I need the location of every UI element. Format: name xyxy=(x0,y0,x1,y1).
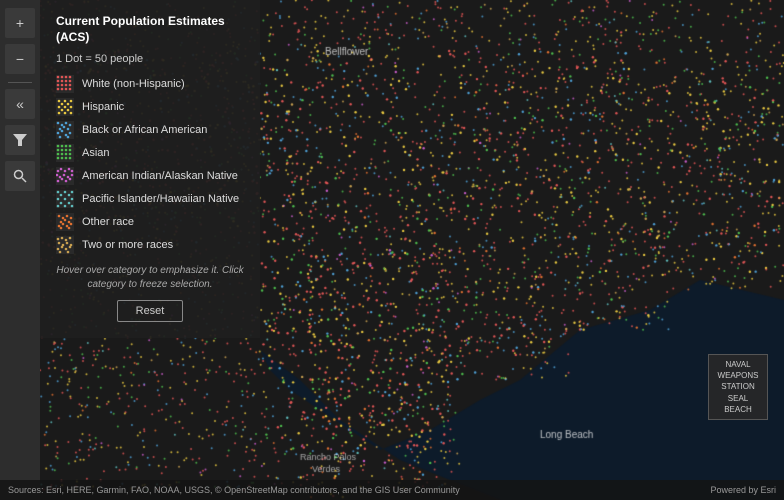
legend-panel: Current Population Estimates (ACS) 1 Dot… xyxy=(40,0,260,338)
collapse-button[interactable]: « xyxy=(5,89,35,119)
legend-item-white[interactable]: White (non-Hispanic) xyxy=(56,75,244,93)
zoom-out-button[interactable]: − xyxy=(5,44,35,74)
legend-item-pacific[interactable]: Pacific Islander/Hawaiian Native xyxy=(56,190,244,208)
legend-item-two_more[interactable]: Two or more races xyxy=(56,236,244,254)
legend-swatch-white xyxy=(56,75,74,93)
legend-label-hispanic: Hispanic xyxy=(82,101,124,113)
legend-title: Current Population Estimates (ACS) xyxy=(56,14,244,45)
legend-label-white: White (non-Hispanic) xyxy=(82,78,185,90)
map-toolbar: + − « xyxy=(0,0,40,500)
legend-hover-note: Hover over category to emphasize it. Cli… xyxy=(56,264,244,292)
zoom-in-button[interactable]: + xyxy=(5,8,35,38)
bottom-bar: Sources: Esri, HERE, Garmin, FAO, NOAA, … xyxy=(0,480,784,500)
legend-label-asian: Asian xyxy=(82,147,110,159)
legend-label-other: Other race xyxy=(82,216,134,228)
naval-line1: NAVAL xyxy=(714,359,762,370)
filter-icon xyxy=(13,133,27,147)
legend-swatch-hispanic xyxy=(56,98,74,116)
legend-swatch-other xyxy=(56,213,74,231)
legend-item-hispanic[interactable]: Hispanic xyxy=(56,98,244,116)
legend-swatch-native xyxy=(56,167,74,185)
legend-label-two_more: Two or more races xyxy=(82,239,173,251)
reset-button[interactable]: Reset xyxy=(117,300,184,322)
powered-by-esri: Powered by Esri xyxy=(710,485,776,495)
sources-text: Sources: Esri, HERE, Garmin, FAO, NOAA, … xyxy=(8,485,710,495)
naval-station-badge: NAVAL WEAPONS STATION SEAL BEACH xyxy=(708,354,768,420)
search-button[interactable] xyxy=(5,161,35,191)
legend-swatch-pacific xyxy=(56,190,74,208)
legend-swatch-black xyxy=(56,121,74,139)
legend-label-black: Black or African American xyxy=(82,124,207,136)
filter-button[interactable] xyxy=(5,125,35,155)
toolbar-divider xyxy=(8,82,32,83)
search-icon xyxy=(13,169,27,183)
naval-line4: BEACH xyxy=(714,404,762,415)
legend-items-container: White (non-Hispanic) Hispanic Black or Afr… xyxy=(56,75,244,254)
legend-item-native[interactable]: American Indian/Alaskan Native xyxy=(56,167,244,185)
legend-item-black[interactable]: Black or African American xyxy=(56,121,244,139)
legend-swatch-two_more xyxy=(56,236,74,254)
legend-swatch-asian xyxy=(56,144,74,162)
legend-label-native: American Indian/Alaskan Native xyxy=(82,170,238,182)
legend-label-pacific: Pacific Islander/Hawaiian Native xyxy=(82,193,239,205)
legend-item-asian[interactable]: Asian xyxy=(56,144,244,162)
legend-item-other[interactable]: Other race xyxy=(56,213,244,231)
naval-line2: WEAPONS xyxy=(714,370,762,381)
legend-scale: 1 Dot = 50 people xyxy=(56,53,244,65)
naval-line3: STATION SEAL xyxy=(714,381,762,403)
